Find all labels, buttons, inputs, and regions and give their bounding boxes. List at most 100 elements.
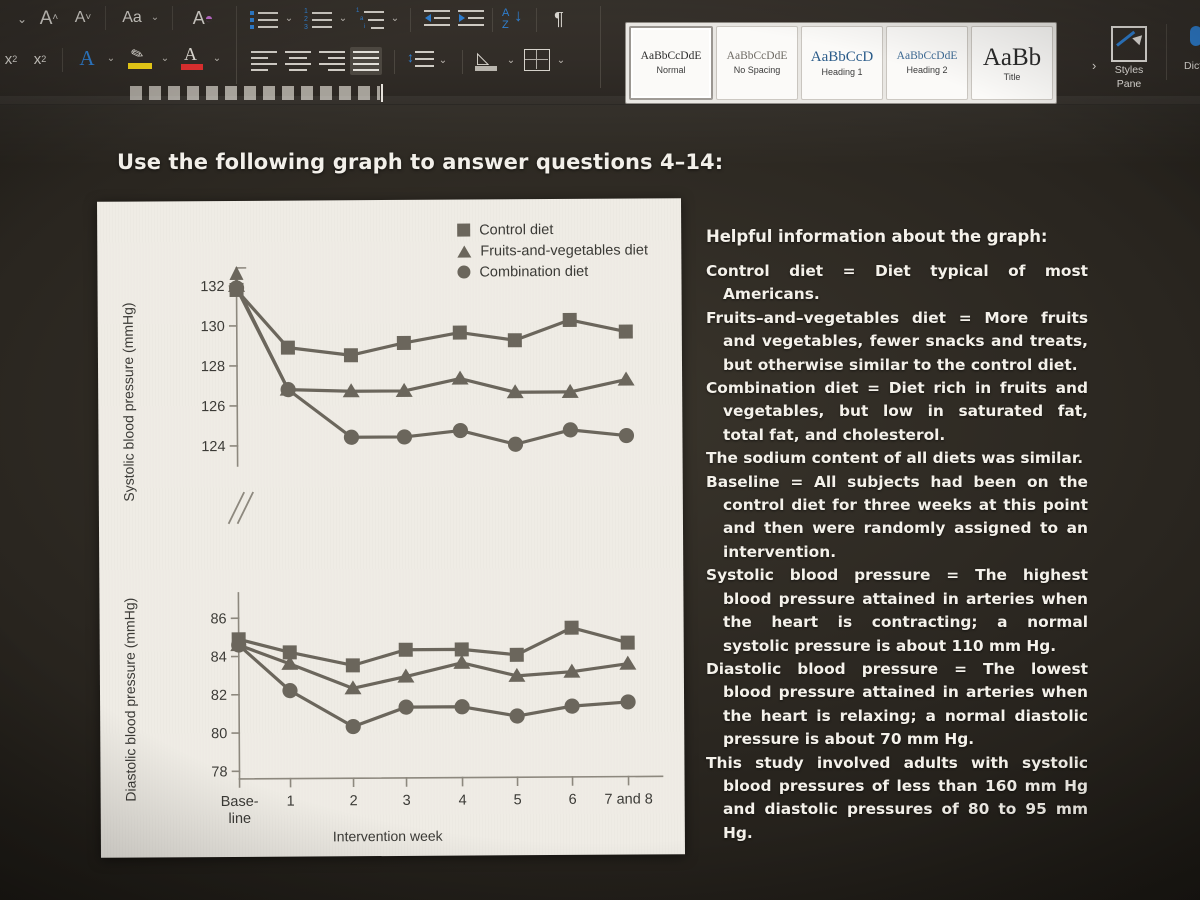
info-panel: Helpful information about the graph: Con…: [706, 227, 1088, 845]
ribbon-separator: [536, 8, 537, 32]
ribbon-group-separator: [600, 6, 601, 88]
svg-text:4: 4: [459, 793, 467, 809]
decrease-indent-button[interactable]: [424, 9, 450, 31]
shading-button[interactable]: ◺: [474, 48, 502, 74]
svg-text:128: 128: [201, 359, 225, 375]
bullets-chevron-icon[interactable]: ⌄: [282, 10, 296, 28]
bullet-dot-icon: [250, 11, 254, 15]
ribbon-separator: [462, 50, 463, 74]
align-left-button[interactable]: [250, 50, 280, 74]
style-item-no-spacing[interactable]: AaBbCcDdE No Spacing: [716, 26, 798, 100]
chart-card: Control diet Fruits-and-vegetables diet …: [97, 198, 685, 858]
info-paragraph: Baseline = All subjects had been on the …: [706, 472, 1088, 561]
subscript-icon[interactable]: x2: [0, 48, 22, 70]
ribbon-separator: [492, 8, 493, 32]
multilevel-list-chevron-icon[interactable]: ⌄: [388, 10, 402, 28]
svg-text:7 and 8: 7 and 8: [604, 791, 652, 807]
info-paragraph: The sodium content of all diets was simi…: [706, 449, 1084, 468]
styles-gallery[interactable]: AaBbCcDdE Normal AaBbCcDdE No Spacing Aa…: [625, 22, 1057, 104]
svg-text:130: 130: [201, 319, 225, 335]
style-sample: AaBbCcDdE: [640, 50, 702, 63]
svg-text:1: 1: [287, 794, 295, 810]
bullet-dot-icon: [250, 18, 254, 22]
style-label: Normal: [656, 64, 686, 75]
font-size-chevron-icon[interactable]: ⌄: [14, 8, 30, 30]
multilevel-list-button[interactable]: 1 a i: [356, 8, 386, 32]
style-item-title[interactable]: AaBb Title: [971, 26, 1053, 100]
ribbon-separator: [172, 6, 173, 30]
text-effects-icon[interactable]: A: [74, 45, 100, 71]
svg-text:124: 124: [201, 439, 225, 455]
svg-text:80: 80: [211, 726, 227, 742]
svg-text:126: 126: [201, 399, 225, 415]
text-effects-chevron-icon[interactable]: ⌄: [104, 50, 118, 68]
style-label: Title: [1003, 71, 1021, 82]
numbering-chevron-icon[interactable]: ⌄: [336, 10, 350, 28]
info-paragraph: Combination diet = Diet rich in fruits a…: [706, 379, 1088, 444]
svg-text:82: 82: [211, 688, 227, 704]
shrink-font-icon[interactable]: A ˅: [70, 6, 96, 30]
svg-text:line: line: [228, 811, 251, 827]
dictate-button[interactable]: Dicta: [1176, 26, 1200, 72]
highlight-color-swatch: [128, 63, 152, 69]
svg-text:84: 84: [211, 650, 227, 666]
style-sample: AaBb: [982, 43, 1042, 71]
style-item-normal[interactable]: AaBbCcDdE Normal: [629, 26, 713, 100]
borders-chevron-icon[interactable]: ⌄: [554, 52, 568, 70]
style-sample: AaBbCcDdE: [726, 50, 788, 63]
styles-pane-button[interactable]: Styles Pane: [1104, 26, 1154, 90]
highlighter-pen-glyph: ✎: [128, 44, 147, 65]
info-heading: Helpful information about the graph:: [706, 227, 1048, 246]
grow-font-icon[interactable]: A ˄: [36, 6, 62, 30]
ribbon-separator: [62, 48, 63, 72]
style-label: No Spacing: [733, 64, 781, 75]
sort-arrow-icon: ↓: [514, 6, 523, 25]
ribbon-separator: [410, 8, 411, 32]
shading-chevron-icon[interactable]: ⌄: [504, 52, 518, 70]
font-color-chevron-icon[interactable]: ⌄: [210, 50, 224, 68]
svg-text:Base-: Base-: [221, 794, 259, 810]
svg-text:2: 2: [350, 793, 358, 809]
superscript-icon[interactable]: x2: [28, 48, 52, 70]
microphone-icon: [1187, 26, 1200, 58]
svg-text:78: 78: [211, 764, 227, 780]
style-item-heading-2[interactable]: AaBbCcDdE Heading 2: [886, 26, 968, 100]
style-label: Heading 1: [821, 66, 863, 77]
sort-button[interactable]: A Z ↓: [500, 6, 528, 34]
svg-text:3: 3: [403, 793, 411, 809]
show-formatting-marks-button[interactable]: ¶: [548, 7, 570, 31]
clear-formatting-icon[interactable]: A ◓: [186, 5, 220, 31]
highlight-chevron-icon[interactable]: ⌄: [158, 50, 172, 68]
numbering-button[interactable]: 1 2 3: [304, 8, 334, 32]
align-center-button[interactable]: [284, 50, 314, 74]
font-color-swatch: [181, 64, 203, 70]
styles-pane-label-line1: Styles: [1114, 64, 1144, 76]
ribbon-separator: [105, 6, 106, 30]
svg-text:86: 86: [210, 611, 226, 627]
info-paragraph: Control diet = Diet typical of most Amer…: [706, 262, 1088, 304]
style-item-heading-1[interactable]: AaBbCcD Heading 1: [801, 26, 883, 100]
align-right-button[interactable]: [318, 50, 348, 74]
increase-indent-button[interactable]: [458, 9, 484, 31]
sort-letter-z: Z: [502, 19, 509, 31]
style-sample: AaBbCcD: [810, 48, 874, 65]
font-color-icon[interactable]: A: [180, 44, 206, 72]
document-cursor: [381, 84, 383, 102]
line-spacing-chevron-icon[interactable]: ⌄: [436, 52, 450, 70]
document-text-blur: [130, 86, 380, 100]
info-paragraph: Systolic blood pressure = The highest bl…: [706, 566, 1088, 655]
info-paragraph: Diastolic blood pressure = The lowest bl…: [706, 659, 1088, 749]
ribbon-group-separator: [236, 6, 237, 84]
change-case-chevron-icon[interactable]: ⌄: [148, 9, 162, 27]
chart-plot: 132 130 128 126 124 86 84 82 80 78 Base-line 1 2 3 4 5 6…: [200, 265, 664, 827]
change-case-button[interactable]: Aa: [118, 7, 146, 29]
borders-button[interactable]: [524, 49, 550, 73]
line-spacing-button[interactable]: ↕: [406, 50, 434, 74]
styles-gallery-more-button[interactable]: ›: [1092, 58, 1096, 73]
bullets-button[interactable]: [250, 8, 280, 32]
svg-text:6: 6: [569, 792, 577, 808]
justify-button[interactable]: [350, 47, 382, 75]
svg-text:132: 132: [200, 279, 224, 295]
svg-text:5: 5: [514, 792, 522, 808]
highlight-color-icon[interactable]: ✎: [126, 44, 154, 72]
